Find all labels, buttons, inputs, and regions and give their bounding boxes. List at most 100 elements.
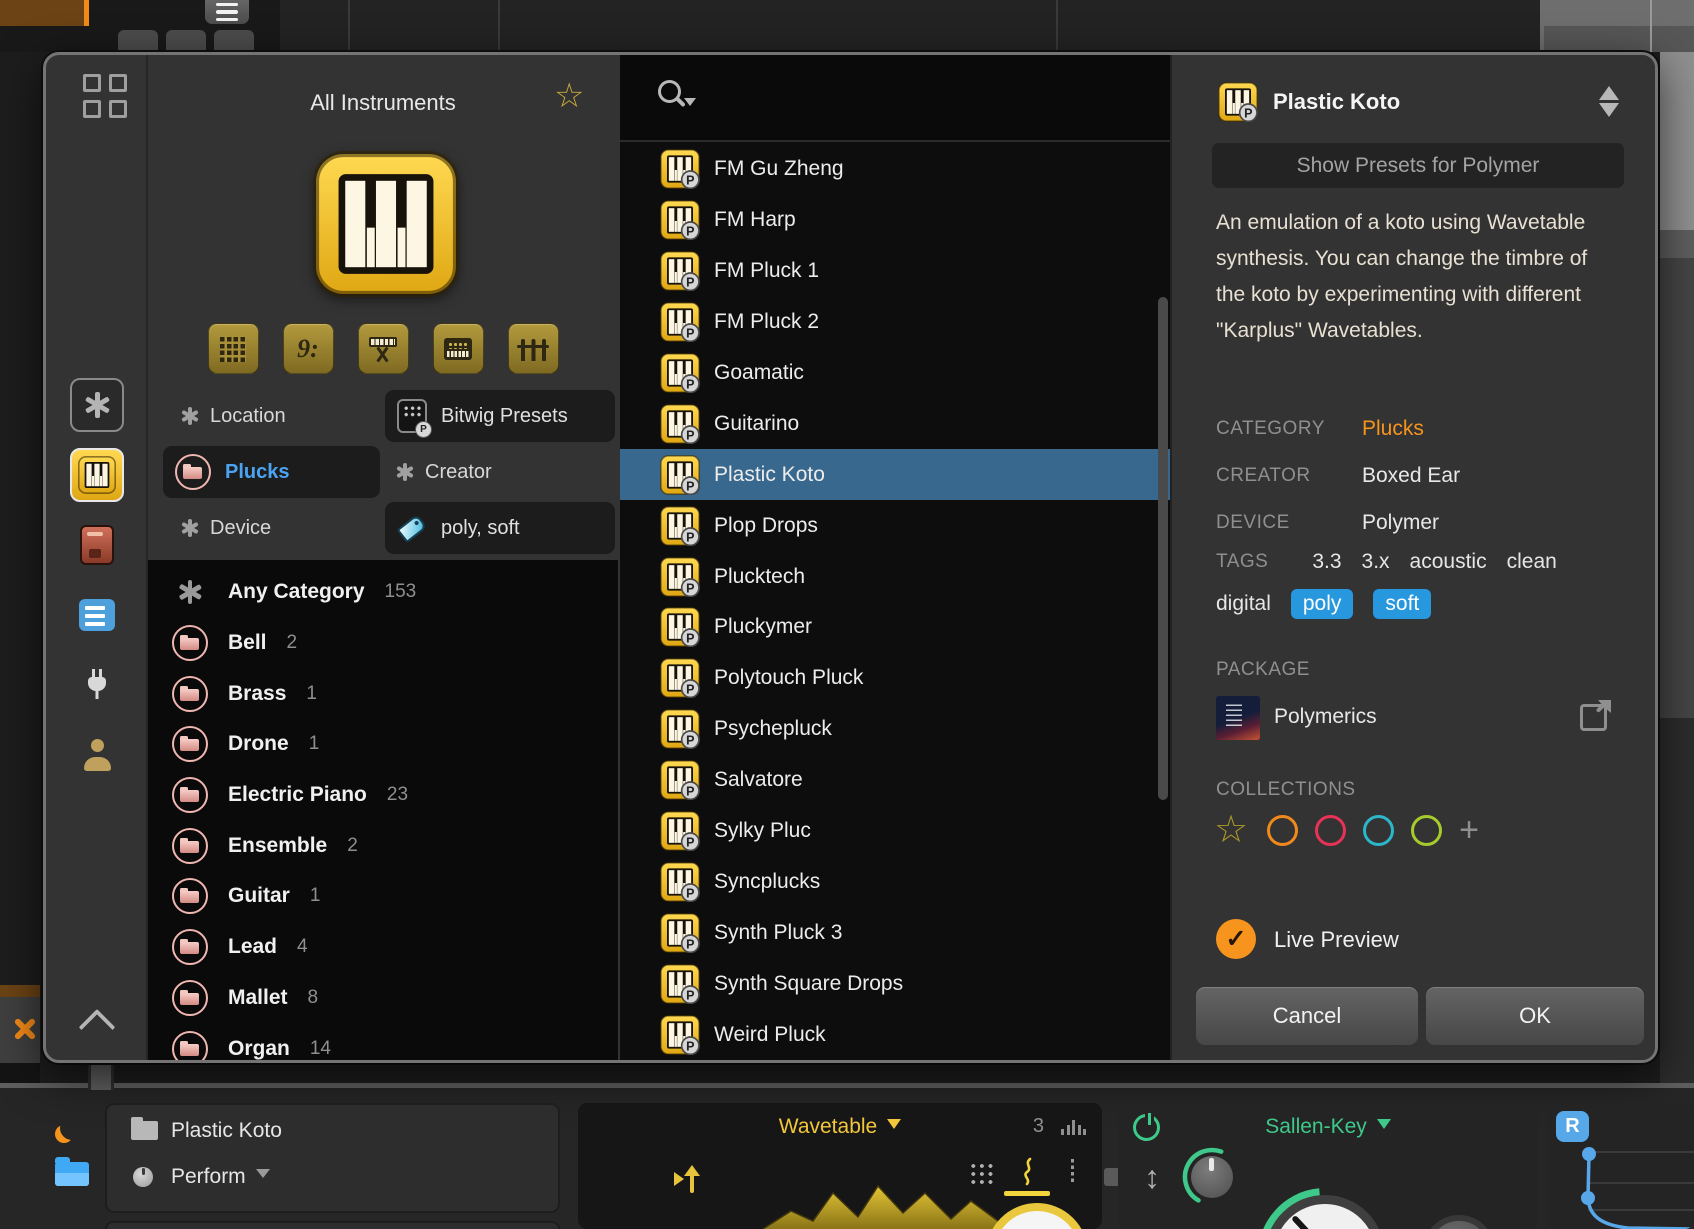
track-button[interactable] [166,30,206,52]
collection-circle-icon[interactable] [1363,815,1394,846]
track-button[interactable] [118,30,158,52]
moon-icon[interactable] [60,1116,84,1140]
cancel-button[interactable]: Cancel [1196,987,1418,1045]
filter-creator[interactable]: Creator [403,446,492,498]
type-button-drum-machine[interactable] [433,323,484,374]
preset-row[interactable]: Plucktech [620,551,1170,602]
dotted-line-icon[interactable] [1071,1159,1075,1185]
preset-row[interactable]: FM Harp [620,195,1170,246]
preset-row[interactable]: Polytouch Pluck [620,653,1170,704]
wavetable-title-select[interactable]: Wavetable [578,1115,1102,1139]
collection-circle-icon[interactable] [1411,815,1442,846]
filter-preset-source[interactable]: Bitwig Presets [385,390,615,442]
preset-row[interactable]: Goamatic [620,348,1170,399]
retrigger-icon[interactable] [674,1159,708,1193]
creator-field-value[interactable]: Boxed Ear [1362,464,1460,488]
external-link-icon[interactable] [1580,701,1610,731]
close-icon[interactable] [10,1014,40,1044]
device-mode-select[interactable]: Perform [171,1165,270,1189]
device-field-value[interactable]: Polymer [1362,511,1439,535]
rail-button-plugins[interactable] [70,658,124,712]
category-icon-wrap [172,828,208,864]
collection-circle-icon[interactable] [1267,815,1298,846]
category-row[interactable]: Mallet 8 [148,973,618,1024]
filter-device[interactable]: Device [188,502,271,554]
scrollbar-thumb[interactable] [1158,297,1168,800]
clip-block[interactable] [0,0,89,26]
rail-button-effects[interactable] [70,518,124,572]
preset-row[interactable]: Synth Square Drops [620,958,1170,1009]
filter-cutoff-knob[interactable] [1265,1195,1385,1229]
preset-row[interactable]: Sylky Pluc [620,806,1170,857]
filter-resonance-knob[interactable] [1423,1215,1495,1229]
add-collection-icon[interactable]: + [1459,815,1479,846]
device-preset-name[interactable]: Plastic Koto [171,1119,282,1143]
track-button[interactable] [214,30,254,52]
category-row[interactable]: Ensemble 2 [148,820,618,871]
collapse-button[interactable] [74,1002,120,1044]
envelope-graph[interactable] [1548,1103,1694,1229]
category-row[interactable]: Any Category 153 [148,567,618,618]
preset-row[interactable]: Psychepluck [620,704,1170,755]
show-presets-button[interactable]: Show Presets for Polymer [1212,143,1624,188]
tag-chip[interactable]: soft [1373,589,1431,619]
preset-row[interactable]: Synth Pluck 3 [620,907,1170,958]
preset-row[interactable]: Plastic Koto [620,449,1170,500]
tag-chip[interactable]: clean [1507,547,1557,577]
category-row[interactable]: Guitar 1 [148,871,618,922]
scatter-icon[interactable] [968,1161,994,1185]
favorite-star-icon[interactable]: ☆ [1214,811,1248,849]
grid-view-icon[interactable] [83,74,129,120]
previous-preset-icon[interactable] [1599,76,1619,100]
preset-row[interactable]: Plop Drops [620,500,1170,551]
type-button-drum-pads[interactable] [208,323,259,374]
category-row[interactable]: Lead 4 [148,922,618,973]
preset-row[interactable]: FM Gu Zheng [620,144,1170,195]
menu-icon[interactable] [205,0,249,24]
preset-row[interactable]: Pluckymer [620,602,1170,653]
next-preset-icon[interactable] [1599,103,1619,127]
category-row[interactable]: Brass 1 [148,668,618,719]
category-row[interactable]: Bell 2 [148,618,618,669]
filter-location[interactable]: Location [188,390,286,442]
tag-chip[interactable]: digital [1216,589,1271,619]
filter-category[interactable]: Plucks [163,446,380,498]
package-artwork[interactable] [1216,696,1260,740]
preset-row[interactable]: Guitarino [620,398,1170,449]
rail-button-instruments[interactable] [70,448,124,502]
up-down-arrow-icon[interactable]: ↕ [1144,1161,1160,1193]
tag-chip[interactable]: 3.3 [1312,547,1341,577]
filter-drive-knob[interactable] [1180,1145,1244,1209]
ok-button[interactable]: OK [1426,987,1644,1045]
live-preview-checkbox[interactable]: ✓ [1216,919,1256,959]
category-row[interactable]: Drone 1 [148,719,618,770]
star-icon[interactable]: ☆ [554,79,584,113]
tag-chip[interactable]: 3.x [1362,547,1390,577]
browser-folder-icon[interactable] [55,1162,89,1186]
preset-row[interactable]: Salvatore [620,755,1170,806]
preset-row[interactable]: Weird Pluck [620,1009,1170,1060]
category-row[interactable]: Electric Piano 23 [148,770,618,821]
package-name[interactable]: Polymerics [1274,705,1377,729]
category-field-value[interactable]: Plucks [1362,417,1424,441]
rail-button-clips[interactable] [70,588,124,642]
wavetable-graphic[interactable] [763,1181,1013,1229]
rail-button-user-content[interactable] [70,728,124,782]
type-button-keyboard[interactable] [358,323,409,374]
unison-count[interactable]: 3 [1033,1115,1044,1138]
filter-tags[interactable]: poly, soft [385,502,615,554]
search-icon[interactable] [658,80,698,118]
category-row[interactable]: Organ 14 [148,1023,618,1063]
tag-chip[interactable]: poly [1291,589,1354,619]
filter-title-select[interactable]: Sallen-Key [1118,1115,1538,1139]
tag-chip[interactable]: acoustic [1410,547,1487,577]
preset-row[interactable]: FM Pluck 1 [620,246,1170,297]
rail-button-any-source[interactable] [70,378,124,432]
collection-circle-icon[interactable] [1315,815,1346,846]
type-button-percussion[interactable] [508,323,559,374]
type-button-bass-clef[interactable]: 9: [283,323,334,374]
squiggle-icon[interactable] [1020,1157,1036,1187]
preset-row[interactable]: Syncplucks [620,856,1170,907]
preset-row[interactable]: FM Pluck 2 [620,297,1170,348]
search-input[interactable]: ✕ [620,55,1170,142]
